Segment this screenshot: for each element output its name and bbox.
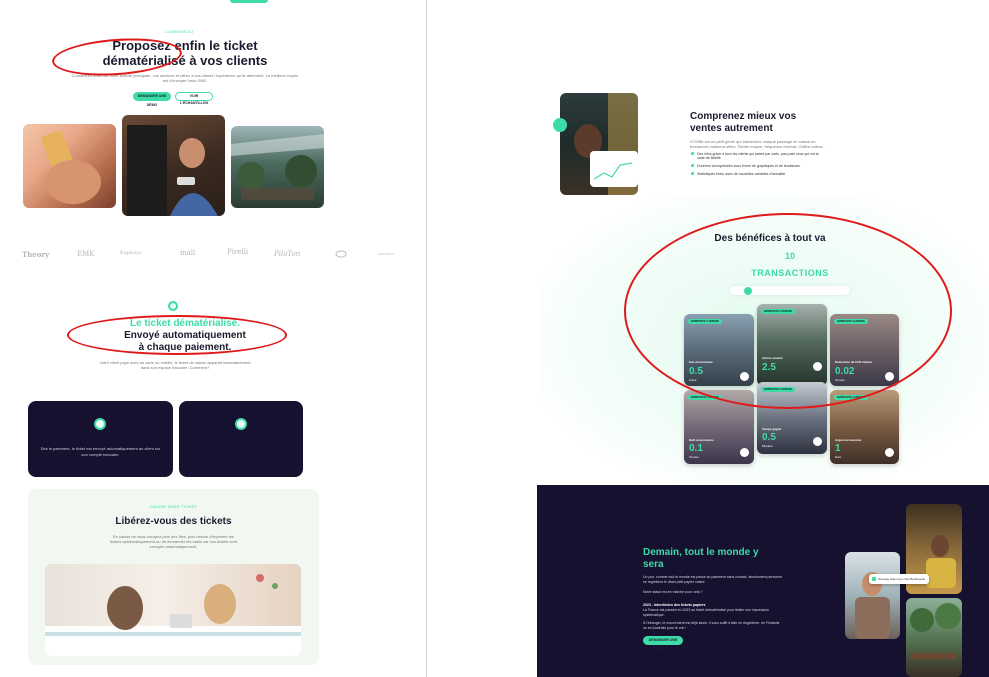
client-logos: Theory EMK Kapnays mali Pirelli PiloTon … (20, 248, 420, 262)
column-divider (426, 0, 427, 677)
logo-piloton: PiloTon (274, 250, 301, 258)
logo-emk: EMK (77, 250, 95, 258)
feature-card-2 (179, 401, 303, 477)
demain-title-line2: sera (643, 559, 664, 570)
woman-phone-photo (845, 552, 900, 639)
annotation-ellipse-section2 (67, 315, 287, 355)
tile-unit: Euro (835, 455, 842, 459)
hand-phone-photo (23, 124, 116, 208)
demain-title-line1: Demain, tout le monde y (643, 547, 759, 558)
tile-label: Kwh économisés (689, 438, 714, 442)
demain-text-1: Un jour, comme tout le monde est passé a… (643, 575, 783, 584)
notification-icon (872, 577, 876, 581)
logo-theory: Theory (22, 250, 50, 259)
comprendre-title-line2: ventes autrement (690, 123, 773, 134)
liberez-eyebrow: CAISSE SANS TICKET (149, 504, 198, 509)
garden-photo (906, 598, 962, 677)
page-canvas: COMMENCEZ Proposez enfin le ticket démat… (0, 0, 989, 677)
tile-info-button[interactable] (813, 437, 822, 446)
counter-photo (45, 564, 301, 656)
liberez-title: Libérez-vous des tickets (115, 516, 232, 527)
tile-info-button[interactable] (885, 448, 894, 457)
comprendre-title: Comprenez mieux vos ventes autrement (690, 111, 796, 135)
tile-label: Temps gagné (762, 427, 782, 431)
tile-value: 0.5 (762, 432, 776, 443)
demain-title: Demain, tout le monde y sera (643, 547, 783, 571)
liberez-section: CAISSE SANS TICKET Libérez-vous des tick… (28, 489, 319, 665)
ticket-notification-text: Nouveau ticket reçu chez Boulangerie (878, 577, 926, 581)
waiter-photo (122, 115, 225, 216)
logo-kapnays: Kapnays (120, 250, 142, 256)
annotation-ellipse-benefices (624, 213, 952, 409)
tile-value: 1 (835, 443, 841, 454)
comprendre-title-line1: Comprenez mieux vos (690, 111, 797, 122)
send-icon (94, 418, 106, 430)
tile-unit: Tonnes (689, 455, 699, 459)
hero-eyebrow: COMMENCEZ (165, 29, 194, 34)
bank-icon (235, 418, 247, 430)
feature-card-1-text: Dès le paiement, le ticket est envoyé au… (40, 446, 161, 457)
comprendre-bullet-2: Données anonymisées sous forme de graphi… (691, 164, 827, 168)
top-nav-pill[interactable] (230, 0, 268, 3)
terrace-photo (231, 126, 324, 208)
tile-value: 0.1 (689, 443, 703, 454)
stats-icon (553, 118, 567, 132)
shopper-photo (560, 93, 638, 195)
logo-emblem (335, 250, 347, 260)
ticket-notification: Nouveau ticket reçu chez Boulangerie (869, 574, 929, 584)
demain-text-4: La France est passée en 2023 au ticket d… (643, 608, 769, 617)
comprendre-intro: KOOBii est un petit génie qui transforme… (690, 139, 826, 149)
section-icon (168, 301, 178, 311)
logo-mali: mali (180, 249, 196, 257)
section2-subtitle: Votre client paye avec sa carte ou mobil… (99, 360, 251, 370)
logo-pirelli: Pirelli (227, 248, 249, 256)
demain-demo-button[interactable]: DEMANDER UNE DÉMO (643, 636, 683, 651)
demain-text-5: À l'étranger, le mouvement est déjà lanc… (643, 621, 780, 630)
tile-info-button[interactable] (740, 448, 749, 457)
sample-button[interactable]: VOIR L'ÉCHANTILLON (175, 92, 213, 105)
comprendre-bullet-1: Des infos grâce à tous les clients qui p… (691, 152, 827, 160)
comprendre-bullet-3: Statistiques fines, avec de nouvelles va… (691, 172, 827, 176)
logo-oxygena: OXYGENA (378, 252, 394, 256)
feature-card-1: Dès le paiement, le ticket est envoyé au… (28, 401, 173, 477)
tile-unit: Minutes (762, 444, 773, 448)
tile-label: Argent économisé (835, 438, 862, 442)
demain-text-2: Notre statut est en marche pour cela ? (643, 590, 703, 594)
liberez-text: En caisse ne vous occupez plus des files… (110, 534, 237, 549)
demo-button[interactable]: DEMANDER UNE DÉMO (133, 92, 171, 107)
